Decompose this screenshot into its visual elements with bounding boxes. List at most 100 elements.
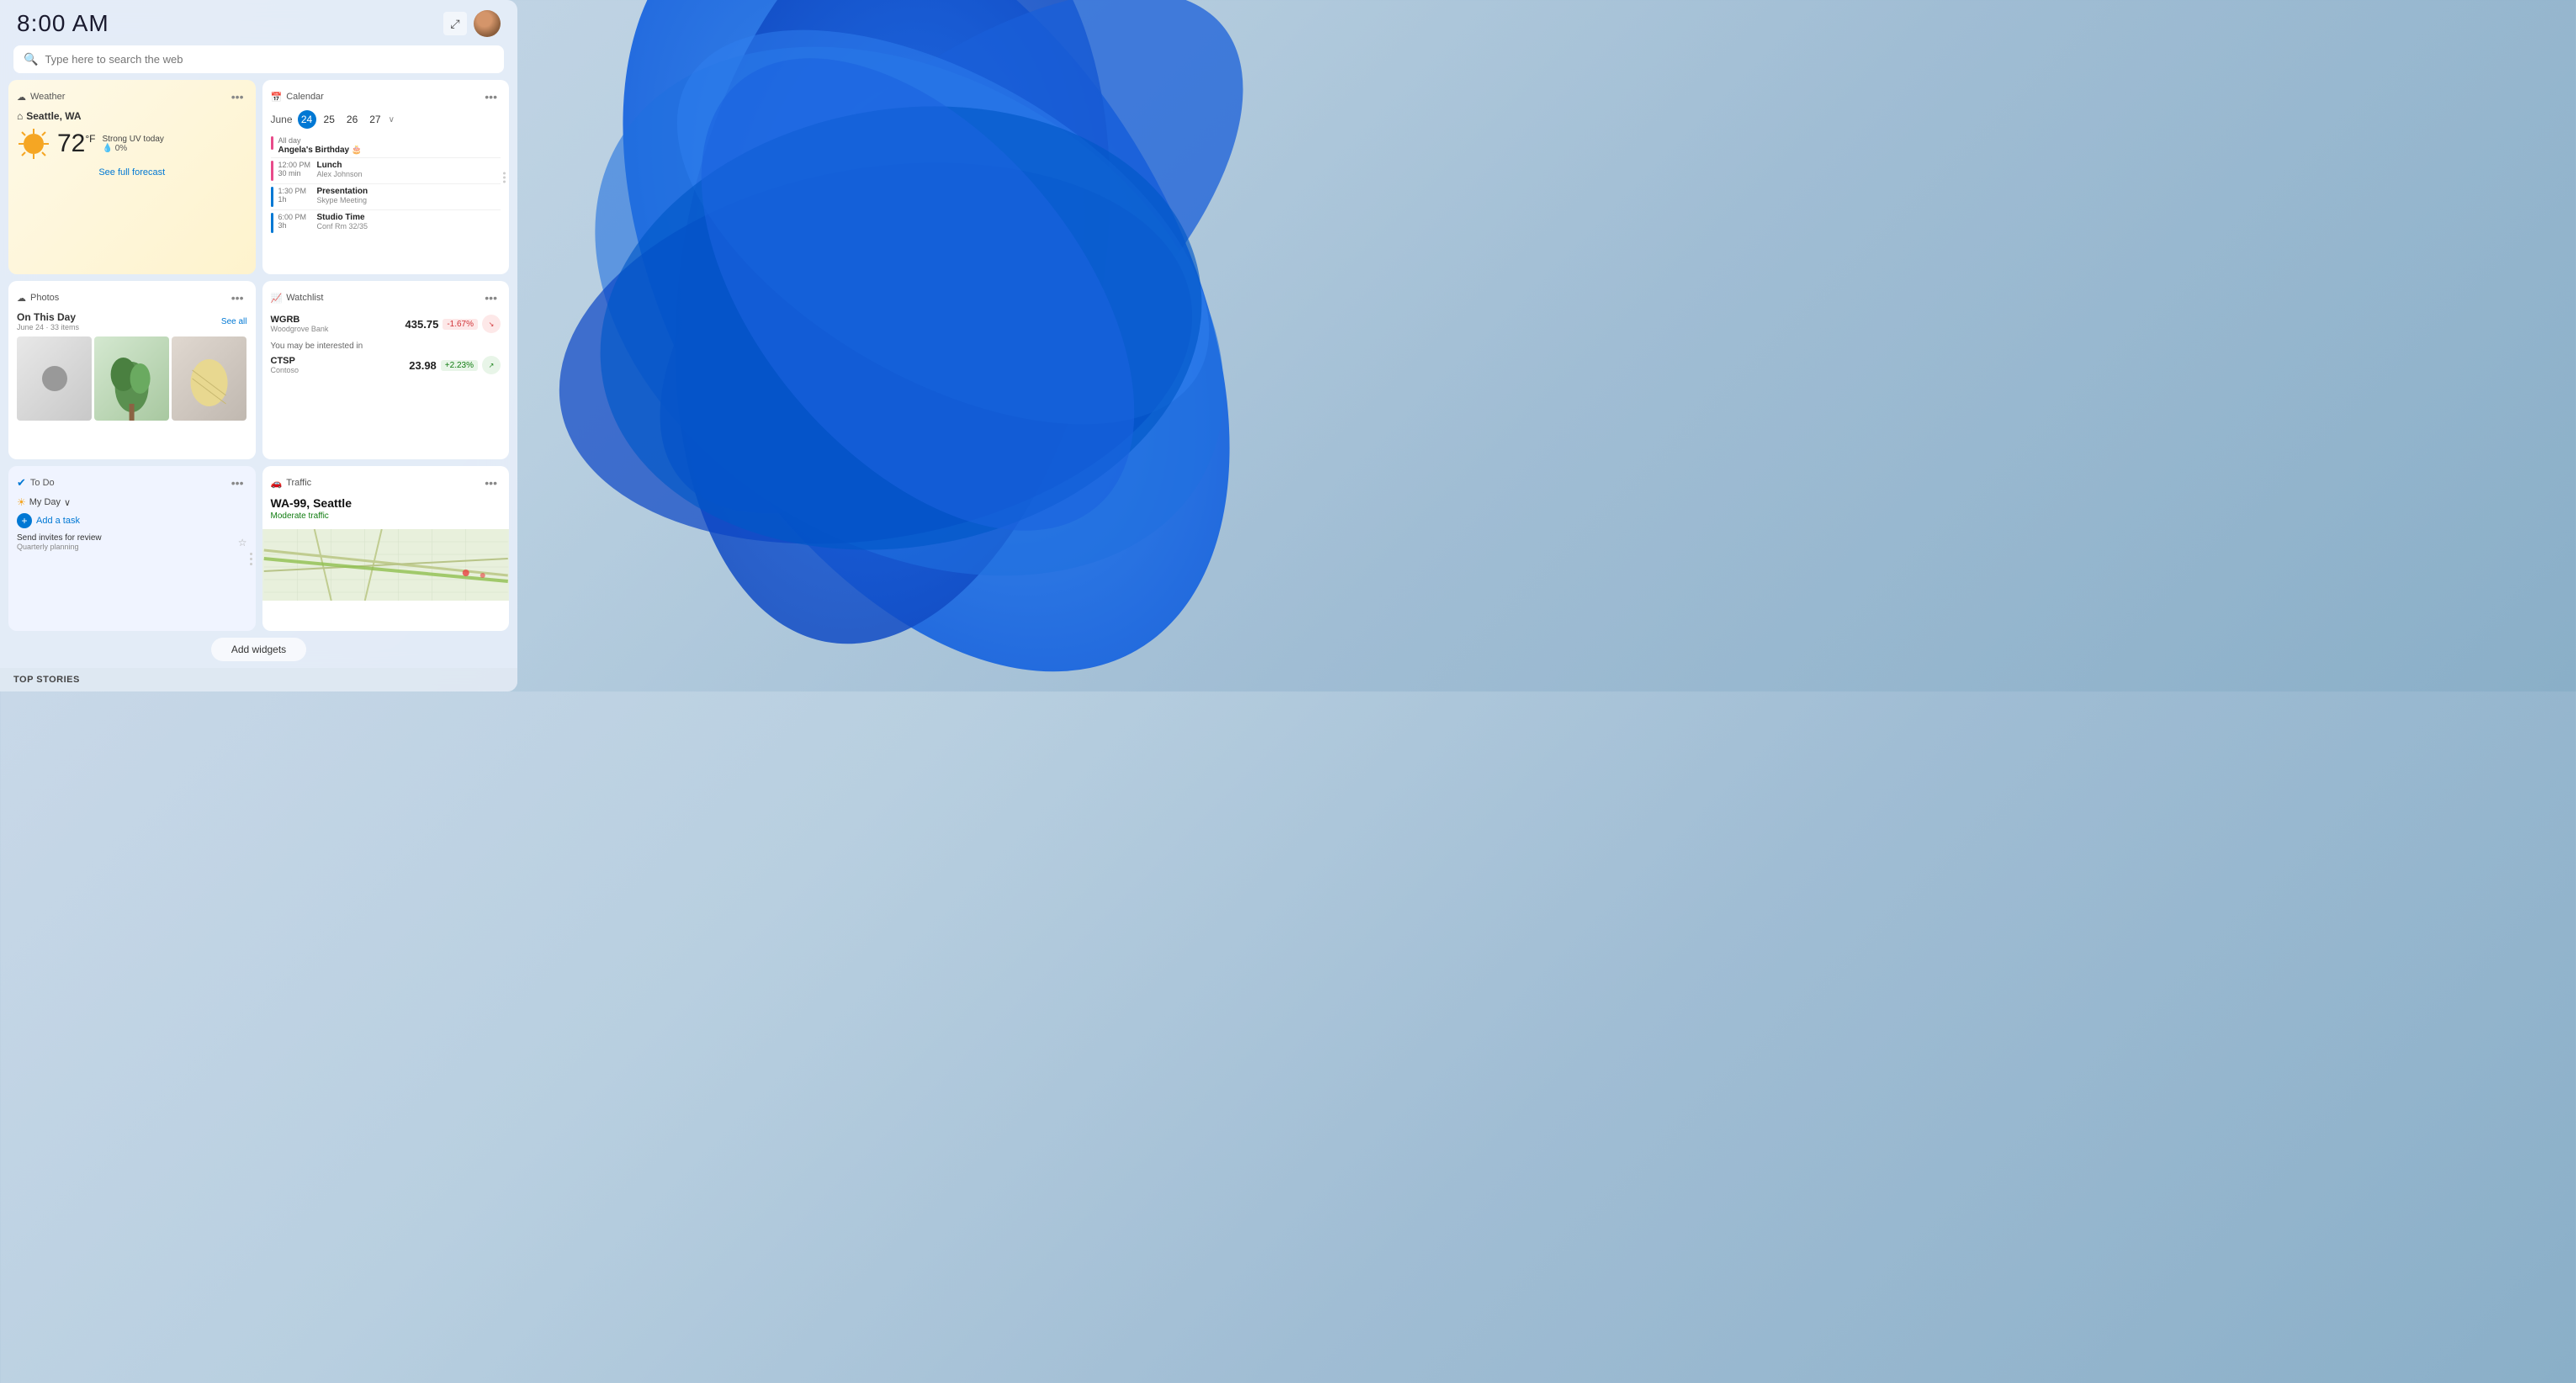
- photos-date: June 24 · 33 items: [17, 323, 79, 331]
- widget-panel: 8:00 AM ⤢ 🔍 ☁ Weather ••• ⌂ Seattle,: [0, 0, 517, 692]
- calendar-title: Calendar: [286, 92, 324, 102]
- plant-svg: [94, 336, 169, 421]
- weather-menu-button[interactable]: •••: [228, 88, 247, 105]
- traffic-content: 🚗 Traffic ••• WA-99, Seattle Moderate tr…: [262, 466, 510, 529]
- cal-date-24[interactable]: 24: [298, 110, 316, 129]
- resize-handle: [250, 553, 252, 565]
- event-pres-subtitle: Skype Meeting: [317, 196, 368, 204]
- todo-title-row: ✔ To Do: [17, 476, 55, 490]
- traffic-widget-header: 🚗 Traffic •••: [271, 474, 501, 491]
- traffic-location: WA-99, Seattle: [271, 496, 501, 510]
- weather-temperature: 72°F: [57, 130, 96, 157]
- photo-thumb-2[interactable]: [94, 336, 169, 421]
- photos-title: Photos: [30, 293, 59, 303]
- cal-date-25[interactable]: 25: [320, 112, 339, 127]
- weather-main: 72°F Strong UV today 💧 0%: [17, 127, 247, 161]
- watchlist-title-row: 📈 Watchlist: [271, 293, 324, 304]
- calendar-event-lunch[interactable]: 12:00 PM30 min Lunch Alex Johnson: [271, 158, 501, 184]
- traffic-title: Traffic: [286, 478, 311, 488]
- todo-icon: ✔: [17, 476, 26, 490]
- stock-row-ctsp[interactable]: CTSP Contoso 23.98 +2.23% ↗: [271, 352, 501, 378]
- all-day-label: All day: [278, 136, 301, 145]
- calendar-widget-header: 📅 Calendar •••: [271, 88, 501, 105]
- search-bar: 🔍: [13, 45, 504, 73]
- photos-menu-button[interactable]: •••: [228, 289, 247, 306]
- calendar-chevron-icon[interactable]: ∨: [389, 115, 395, 125]
- cal-date-26[interactable]: 26: [342, 112, 362, 127]
- todo-view-label: My Day: [29, 497, 61, 507]
- watchlist-title: Watchlist: [286, 293, 323, 303]
- stock-wgrb-name: Woodgrove Bank: [271, 325, 329, 333]
- time-display: 8:00 AM: [17, 10, 109, 37]
- interested-label: You may be interested in: [271, 342, 501, 351]
- todo-add-icon: +: [17, 513, 32, 528]
- traffic-title-row: 🚗 Traffic: [271, 478, 312, 489]
- weather-precip: 💧 0%: [103, 144, 164, 153]
- weather-location: ⌂ Seattle, WA: [17, 110, 247, 122]
- stock-ctsp-chart: ↗: [482, 356, 501, 374]
- traffic-menu-button[interactable]: •••: [481, 474, 501, 491]
- event-lunch-subtitle: Alex Johnson: [317, 170, 363, 178]
- photos-subheader: On This Day June 24 · 33 items See all: [17, 311, 247, 331]
- todo-widget: ✔ To Do ••• ☀ My Day ∨ + Add a task Send…: [8, 466, 256, 631]
- watchlist-widget-header: 📈 Watchlist •••: [271, 289, 501, 306]
- photo-thumb-3[interactable]: [172, 336, 246, 421]
- todo-task-subtitle: Quarterly planning: [17, 543, 102, 551]
- calendar-menu-button[interactable]: •••: [481, 88, 501, 105]
- stock-wgrb-price: 435.75: [405, 318, 439, 331]
- stock-wgrb-change: -1.67%: [443, 319, 478, 330]
- home-icon: ⌂: [17, 110, 23, 122]
- avatar-image: [474, 10, 501, 37]
- calendar-event-presentation[interactable]: 1:30 PM1h Presentation Skype Meeting: [271, 184, 501, 210]
- add-widgets-button[interactable]: Add widgets: [211, 638, 306, 661]
- todo-chevron-icon: ∨: [64, 497, 71, 508]
- todo-title: To Do: [30, 478, 55, 488]
- calendar-month: June: [271, 114, 293, 125]
- todo-menu-button[interactable]: •••: [228, 474, 247, 491]
- event-lunch-title: Lunch: [317, 161, 363, 170]
- avatar[interactable]: [474, 10, 501, 37]
- weather-forecast-link[interactable]: See full forecast: [17, 167, 247, 178]
- expand-button[interactable]: ⤢: [443, 12, 467, 35]
- photos-icon: ☁: [17, 293, 26, 304]
- event-birthday-title: Angela's Birthday 🎂: [278, 146, 363, 155]
- calendar-icon: 📅: [271, 92, 283, 103]
- weather-widget-header: ☁ Weather •••: [17, 88, 247, 105]
- photos-title-row: ☁ Photos: [17, 293, 59, 304]
- traffic-icon: 🚗: [271, 478, 283, 489]
- event-studio-time: 6:00 PM3h: [278, 213, 312, 230]
- calendar-event-studio[interactable]: 6:00 PM3h Studio Time Conf Rm 32/35: [271, 210, 501, 236]
- weather-sun-icon: [17, 127, 50, 161]
- weather-temp-group: 72°F: [57, 130, 96, 158]
- win11-swirl: [489, 0, 1330, 732]
- calendar-scroll-indicator: [503, 172, 506, 183]
- event-pres-title: Presentation: [317, 187, 368, 196]
- photos-widget: ☁ Photos ••• On This Day June 24 · 33 it…: [8, 281, 256, 459]
- watchlist-icon: 📈: [271, 293, 283, 304]
- search-input[interactable]: [45, 53, 494, 66]
- todo-add-task[interactable]: + Add a task: [17, 513, 247, 528]
- traffic-map[interactable]: [262, 529, 510, 601]
- todo-task-title: Send invites for review: [17, 533, 102, 543]
- watchlist-menu-button[interactable]: •••: [481, 289, 501, 306]
- weather-title: Weather: [30, 92, 65, 102]
- traffic-status: Moderate traffic: [271, 511, 501, 521]
- todo-myday-view[interactable]: ☀ My Day ∨: [17, 496, 247, 508]
- weather-widget: ☁ Weather ••• ⌂ Seattle, WA: [8, 80, 256, 274]
- cal-date-27[interactable]: 27: [365, 112, 384, 127]
- widget-grid: ☁ Weather ••• ⌂ Seattle, WA: [0, 80, 517, 631]
- todo-add-label: Add a task: [36, 516, 80, 526]
- calendar-widget: 📅 Calendar ••• June 24 25 26 27 ∨: [262, 80, 510, 274]
- event-studio-title: Studio Time: [317, 213, 368, 222]
- photo-thumb-1[interactable]: [17, 336, 92, 421]
- stock-ctsp-symbol: CTSP: [271, 356, 299, 366]
- traffic-map-svg: [262, 529, 510, 601]
- todo-sun-icon: ☀: [17, 496, 26, 508]
- stock-ctsp-price: 23.98: [409, 359, 437, 372]
- search-icon: 🔍: [24, 52, 38, 66]
- calendar-event-allday[interactable]: All day Angela's Birthday 🎂: [271, 134, 501, 158]
- photos-see-all-link[interactable]: See all: [221, 317, 247, 326]
- stock-row-wgrb[interactable]: WGRB Woodgrove Bank 435.75 -1.67% ↘: [271, 311, 501, 336]
- todo-star-icon[interactable]: ☆: [238, 537, 247, 548]
- photos-grid: [17, 336, 247, 421]
